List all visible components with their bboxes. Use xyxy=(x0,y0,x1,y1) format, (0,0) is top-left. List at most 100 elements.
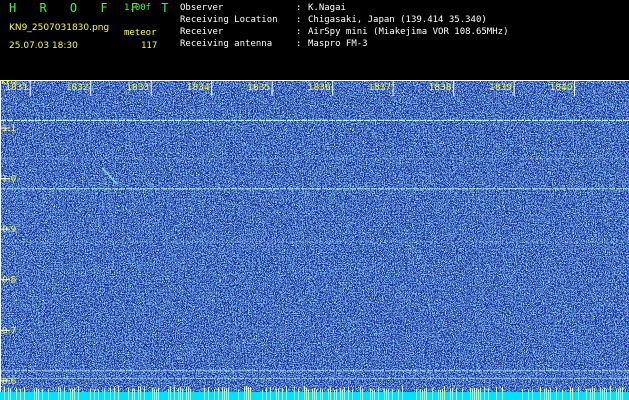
strip-bar xyxy=(478,389,479,400)
strip-bar xyxy=(604,387,605,400)
strip-bar xyxy=(556,387,557,400)
datetime-label: 25.07.03 18:30 xyxy=(9,41,78,51)
strip-bar xyxy=(452,387,453,400)
strip-bar xyxy=(282,387,283,400)
strip-bar xyxy=(438,389,439,400)
strip-bar xyxy=(386,389,387,400)
strip-bar xyxy=(222,387,223,400)
strip-bar xyxy=(352,389,353,400)
strip-bar xyxy=(496,386,497,400)
x-tick-label: 1840 xyxy=(550,83,573,93)
strip-bar xyxy=(432,388,433,400)
strip-bar xyxy=(544,388,545,400)
strip-bar xyxy=(562,389,563,400)
strip-bar xyxy=(276,388,277,400)
x-tick-label: 1832 xyxy=(66,83,89,93)
strip-bar xyxy=(484,386,485,400)
strip-bar xyxy=(174,386,175,400)
strip-bar xyxy=(374,389,375,400)
strip-bar xyxy=(522,388,523,400)
strip-bar xyxy=(398,389,399,400)
strip-bar xyxy=(476,387,477,400)
strip-bar xyxy=(320,388,321,400)
x-tick-label: 1835 xyxy=(247,83,270,93)
strip-bar xyxy=(402,386,403,400)
strip-bar xyxy=(594,387,595,400)
strip-bar xyxy=(424,388,425,400)
strip-bar xyxy=(156,389,157,400)
strip-bar xyxy=(362,388,363,400)
strip-bar xyxy=(586,388,587,400)
strip-bar xyxy=(248,386,249,400)
strip-bar xyxy=(208,386,209,400)
strip-bar xyxy=(182,388,183,400)
strip-bar xyxy=(218,387,219,400)
app-title: H R O F F T xyxy=(9,1,177,15)
y-tick-label: 1.1 xyxy=(2,124,16,134)
strip-bar xyxy=(244,386,245,400)
info-sep: : xyxy=(296,39,302,49)
strip-bar xyxy=(610,386,611,400)
strip-bar xyxy=(238,389,239,400)
strip-bar xyxy=(8,387,9,400)
strip-bar xyxy=(180,386,181,400)
info-value-location: Chigasaki, Japan (139.414 35.340) xyxy=(308,15,487,25)
info-sep: : xyxy=(296,27,302,37)
strip-bar xyxy=(48,389,49,400)
strip-bar xyxy=(502,386,503,400)
strip-bar xyxy=(104,388,105,400)
strip-bar xyxy=(168,388,169,400)
strip-bar xyxy=(24,387,25,400)
strip-bar xyxy=(426,387,427,400)
strip-bar xyxy=(470,387,471,400)
strip-bar xyxy=(158,387,159,400)
strip-bar xyxy=(442,389,443,400)
strip-bar xyxy=(70,388,71,400)
strip-bar xyxy=(600,387,601,400)
filename-label: KN9_2507031830.png xyxy=(9,23,110,33)
strip-bar xyxy=(488,387,489,400)
strip-bar xyxy=(4,386,5,400)
x-tick-label: 1833 xyxy=(126,83,149,93)
strip-bar xyxy=(314,387,315,400)
strip-bar xyxy=(228,387,229,400)
strip-bar xyxy=(118,386,119,400)
strip-bar xyxy=(152,387,153,400)
strip-bar xyxy=(308,389,309,400)
strip-bar xyxy=(316,389,317,400)
strip-bar xyxy=(262,389,263,400)
strip-bar xyxy=(550,387,551,400)
strip-bar xyxy=(416,388,417,400)
y-tick-label: 0.6 xyxy=(2,377,17,387)
strip-bar xyxy=(548,389,549,400)
info-label-antenna: Receiving antenna xyxy=(180,39,273,49)
strip-bar xyxy=(154,388,155,400)
strip-bar xyxy=(322,389,323,400)
spectrogram-panel: kHz 1831 1832 1833 1834 1835 1836 1837 1838 1839… xyxy=(0,80,629,400)
strip-bar xyxy=(170,386,171,400)
strip-bar xyxy=(306,387,307,400)
strip-bar xyxy=(422,389,423,400)
strip-bar xyxy=(590,388,591,400)
strip-bar xyxy=(304,386,305,400)
strip-bar xyxy=(618,388,619,400)
x-tick-label: 1834 xyxy=(187,83,210,93)
strip-bar xyxy=(72,389,73,400)
strip-bar xyxy=(94,389,95,400)
strip-bar xyxy=(546,387,547,400)
strip-bar xyxy=(266,387,267,400)
strip-bar xyxy=(78,386,79,400)
y-tick-label: 0.7 xyxy=(2,326,16,336)
strip-bar xyxy=(592,386,593,400)
strip-bar xyxy=(138,386,139,400)
strip-bar xyxy=(388,389,389,400)
strip-bar xyxy=(286,386,287,400)
strip-bar xyxy=(444,386,445,400)
info-label-receiver: Receiver xyxy=(180,27,224,37)
strip-bar xyxy=(602,388,603,400)
y-tick-label: 0.8 xyxy=(2,276,17,286)
strip-bar xyxy=(224,388,225,400)
info-value-receiver: AirSpy mini (Miakejima VOR 108.65MHz) xyxy=(308,27,509,37)
strip-bar xyxy=(606,388,607,400)
info-value-antenna: Maspro FM-3 xyxy=(308,39,368,49)
